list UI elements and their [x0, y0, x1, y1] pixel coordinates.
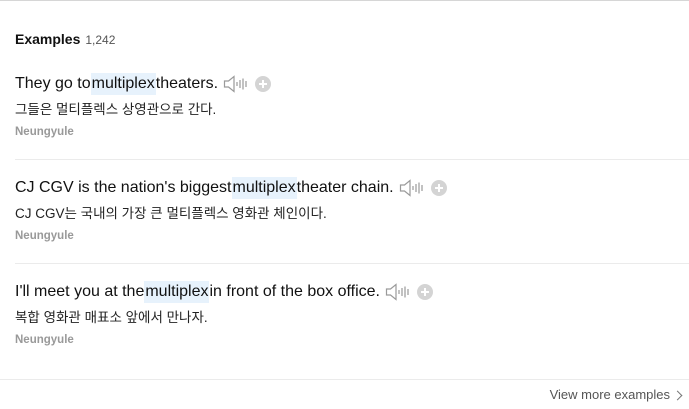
sentence-text-before: They go to [15, 75, 91, 92]
chevron-right-icon [672, 390, 683, 400]
speaker-icon[interactable] [399, 178, 425, 198]
sentence-text-after: theaters. [155, 75, 219, 92]
example-sentence: CJ CGV is the nation's biggest multiplex… [15, 177, 689, 199]
example-source: Neungyule [15, 230, 74, 242]
example-sentence: They go to multiplex theaters. [15, 73, 689, 95]
sentence-text-after: theater chain. [296, 179, 394, 196]
divider [15, 159, 689, 160]
example-translation: 그들은 멀티플렉스 상영관으로 간다. [15, 102, 217, 117]
sentence-text-before: I'll meet you at the [15, 283, 145, 300]
divider [15, 263, 689, 264]
example-item: CJ CGV is the nation's biggest multiplex… [0, 177, 689, 242]
example-source: Neungyule [15, 334, 74, 346]
highlighted-word: multiplex [231, 177, 297, 199]
divider [0, 379, 689, 380]
highlighted-word: multiplex [144, 281, 210, 303]
examples-panel: Examples 1,242 They go to multiplex thea… [0, 0, 689, 409]
highlighted-word: multiplex [90, 73, 156, 95]
example-sentence: I'll meet you at the multiplex in front … [15, 281, 689, 303]
examples-title: Examples [15, 31, 81, 47]
speaker-icon[interactable] [223, 74, 249, 94]
view-more-examples-link[interactable]: View more examples [549, 387, 683, 402]
example-translation: 복합 영화관 매표소 앞에서 만나자. [15, 310, 208, 325]
example-source: Neungyule [15, 126, 74, 138]
example-item: I'll meet you at the multiplex in front … [0, 281, 689, 346]
plus-circle-icon[interactable] [416, 284, 433, 300]
examples-count: 1,242 [85, 33, 116, 47]
speaker-icon[interactable] [385, 282, 411, 302]
examples-header: Examples 1,242 [15, 31, 115, 47]
plus-circle-icon[interactable] [255, 76, 272, 92]
plus-circle-icon[interactable] [430, 180, 447, 196]
sentence-text-before: CJ CGV is the nation's biggest [15, 179, 232, 196]
sentence-text-after: in front of the box office. [209, 283, 380, 300]
example-item: They go to multiplex theaters. 그들은 멀티플렉스… [0, 73, 689, 138]
view-more-label: View more examples [549, 387, 670, 402]
example-translation: CJ CGV는 국내의 가장 큰 멀티플렉스 영화관 체인이다. [15, 206, 327, 221]
